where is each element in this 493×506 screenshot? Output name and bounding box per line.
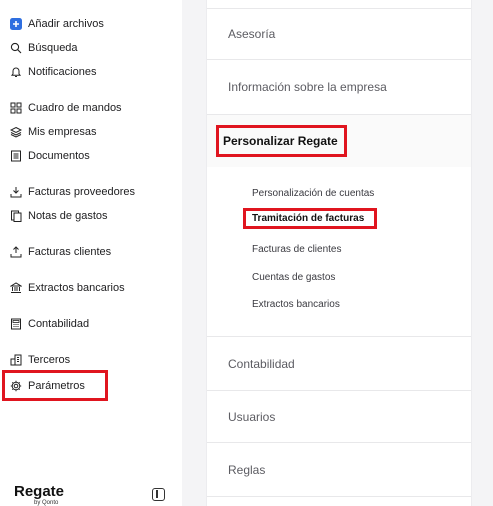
- sidebar-item-label: Mis empresas: [28, 126, 97, 138]
- sidebar-item-third-parties[interactable]: Terceros: [10, 350, 70, 370]
- settings-section-label: Asesoría: [228, 27, 276, 41]
- sidebar-item-my-companies[interactable]: Mis empresas: [10, 122, 96, 142]
- brand-subtitle: by Qonto: [34, 500, 59, 506]
- settings-section-asesoria[interactable]: Asesoría: [207, 8, 471, 60]
- sidebar: Añadir archivos Búsqueda Notificaciones …: [0, 0, 182, 506]
- upload-tray-icon: [10, 246, 22, 258]
- settings-section-accounting[interactable]: Contabilidad: [207, 336, 471, 391]
- settings-section-label: Reglas: [228, 462, 266, 477]
- settings-section-company-info[interactable]: Información sobre la empresa: [207, 60, 471, 115]
- sidebar-item-label: Búsqueda: [28, 42, 78, 54]
- sidebar-item-parameters[interactable]: Parámetros: [2, 370, 108, 401]
- receipt-icon: [10, 210, 22, 222]
- settings-section-label: Personalizar Regate: [216, 125, 347, 157]
- sidebar-item-add-files[interactable]: Añadir archivos: [10, 14, 104, 34]
- layers-icon: [10, 126, 22, 138]
- sidebar-item-label: Cuadro de mandos: [28, 102, 122, 114]
- settings-section-label: Información sobre la empresa: [228, 80, 387, 94]
- sidebar-item-supplier-invoices[interactable]: Facturas proveedores: [10, 182, 135, 202]
- buildings-icon: [10, 354, 22, 366]
- sidebar-item-label: Facturas proveedores: [28, 186, 135, 198]
- sidebar-collapse-icon[interactable]: [152, 488, 165, 501]
- sidebar-item-search[interactable]: Búsqueda: [10, 38, 78, 58]
- sidebar-item-notifications[interactable]: Notificaciones: [10, 62, 96, 82]
- sidebar-item-accounting[interactable]: Contabilidad: [10, 314, 89, 334]
- sidebar-item-label: Facturas clientes: [28, 246, 112, 258]
- bank-icon: [10, 282, 22, 294]
- sidebar-item-label: Contabilidad: [28, 318, 90, 330]
- settings-area: Asesoría Información sobre la empresa Pe…: [182, 0, 493, 506]
- calculator-icon: [10, 318, 22, 330]
- settings-section-rules[interactable]: Reglas: [207, 443, 471, 497]
- settings-subitem-account-customization[interactable]: Personalización de cuentas: [252, 188, 374, 199]
- brand-logo: Regate: [14, 483, 65, 500]
- sidebar-item-documents[interactable]: Documentos: [10, 146, 90, 166]
- settings-section-users[interactable]: Usuarios: [207, 391, 471, 443]
- gear-icon: [10, 380, 22, 392]
- settings-subitem-client-invoices[interactable]: Facturas de clientes: [252, 244, 342, 255]
- sidebar-item-bank-statements[interactable]: Extractos bancarios: [10, 278, 125, 298]
- bell-icon: [10, 66, 22, 78]
- sidebar-item-label: Añadir archivos: [28, 18, 104, 30]
- sidebar-item-label: Documentos: [28, 150, 90, 162]
- sidebar-item-client-invoices[interactable]: Facturas clientes: [10, 242, 111, 262]
- dashboard-grid-icon: [10, 102, 22, 114]
- settings-subitem-expense-accounts[interactable]: Cuentas de gastos: [252, 272, 335, 283]
- sidebar-item-label: Extractos bancarios: [28, 282, 125, 294]
- plus-square-icon: [10, 18, 22, 30]
- settings-subitem-invoice-processing[interactable]: Tramitación de facturas: [243, 208, 378, 229]
- settings-section-label: Contabilidad: [228, 356, 295, 371]
- settings-menu-panel: Asesoría Información sobre la empresa Pe…: [206, 0, 472, 506]
- sidebar-item-label: Terceros: [28, 354, 71, 366]
- settings-section-label: Usuarios: [228, 409, 276, 424]
- settings-section-customize-regate[interactable]: Personalizar Regate: [207, 115, 471, 167]
- document-icon: [10, 150, 22, 162]
- sidebar-item-label: Notificaciones: [28, 66, 97, 78]
- sidebar-item-label: Parámetros: [28, 379, 85, 392]
- settings-subitem-bank-statements[interactable]: Extractos bancarios: [252, 299, 340, 310]
- sidebar-item-dashboard[interactable]: Cuadro de mandos: [10, 98, 122, 118]
- sidebar-item-label: Notas de gastos: [28, 210, 108, 222]
- sidebar-item-expense-notes[interactable]: Notas de gastos: [10, 206, 108, 226]
- search-icon: [10, 42, 22, 54]
- download-tray-icon: [10, 186, 22, 198]
